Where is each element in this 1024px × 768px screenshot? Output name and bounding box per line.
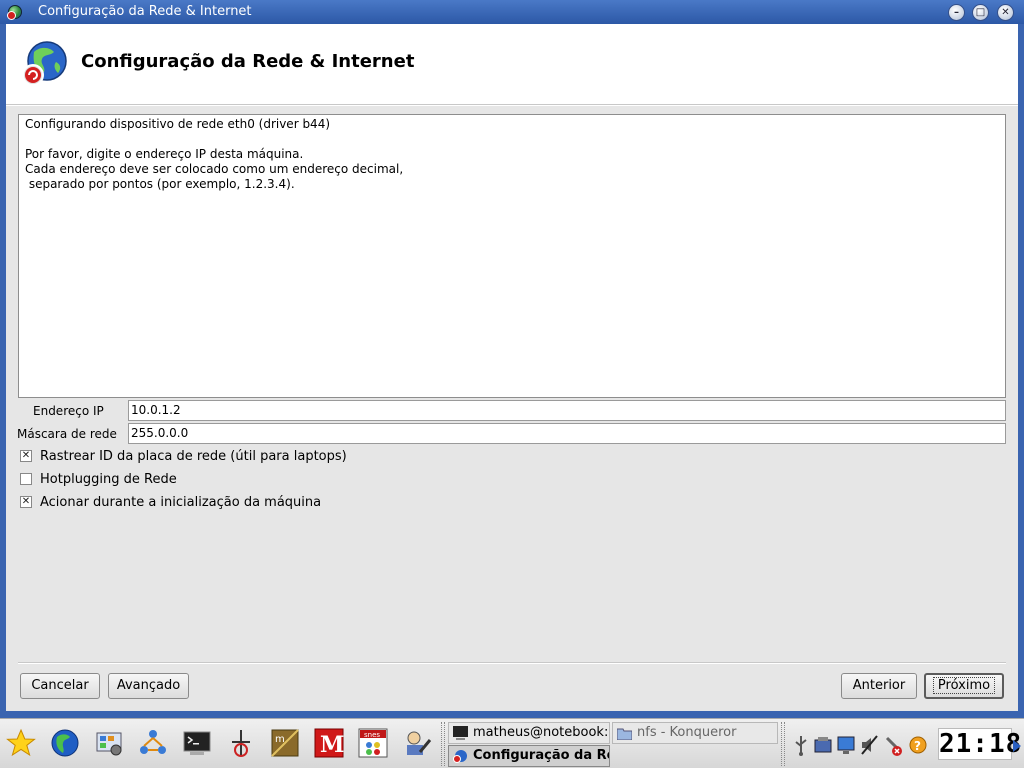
snes-label: snes bbox=[364, 731, 380, 739]
draw-icon[interactable] bbox=[226, 728, 256, 758]
network-icon[interactable] bbox=[138, 728, 168, 758]
window-frame-left bbox=[0, 24, 6, 714]
page-title: Configuração da Rede & Internet bbox=[81, 51, 415, 72]
wizard-header: Configuração da Rede & Internet bbox=[6, 24, 1018, 104]
next-button[interactable]: Próximo bbox=[924, 673, 1004, 699]
ip-address-label: Endereço IP bbox=[33, 404, 104, 418]
terminal-icon[interactable] bbox=[182, 728, 212, 758]
footer-divider bbox=[18, 662, 1006, 664]
chevron-right-icon[interactable] bbox=[1013, 740, 1021, 752]
checkbox-label: Acionar durante a inicialização da máqui… bbox=[40, 495, 322, 510]
usb-icon[interactable] bbox=[792, 734, 810, 756]
terminal-icon bbox=[453, 726, 468, 740]
close-button[interactable]: ✕ bbox=[997, 4, 1014, 21]
checkbox-label: Rastrear ID da placa de rede (útil para … bbox=[40, 449, 347, 464]
network-globe-icon bbox=[453, 750, 467, 763]
maximize-button[interactable]: □ bbox=[972, 4, 989, 21]
package-manager-icon[interactable]: m bbox=[270, 728, 300, 758]
task-label: nfs - Konqueror bbox=[637, 725, 737, 740]
device-icon[interactable] bbox=[814, 734, 832, 756]
window-frame-right bbox=[1018, 24, 1024, 714]
control-center-icon[interactable] bbox=[94, 728, 124, 758]
back-button[interactable]: Anterior bbox=[841, 673, 917, 699]
minimize-button[interactable]: – bbox=[948, 4, 965, 21]
svg-text:?: ? bbox=[914, 739, 921, 753]
window-frame-bottom bbox=[0, 711, 1024, 718]
advanced-button[interactable]: Avançado bbox=[108, 673, 189, 699]
header-divider bbox=[6, 104, 1018, 106]
svg-text:M: M bbox=[320, 732, 344, 758]
checkbox-checked[interactable]: ✕ bbox=[20, 450, 32, 462]
network-globe-icon bbox=[7, 5, 22, 20]
svg-text:m: m bbox=[275, 734, 285, 745]
task-network-config[interactable]: Configuração da Re bbox=[448, 745, 610, 767]
help-icon[interactable]: ? bbox=[909, 734, 927, 756]
network-disconnected-icon[interactable] bbox=[884, 734, 902, 756]
taskbar-separator bbox=[441, 722, 445, 766]
next-button-label: Próximo bbox=[932, 677, 996, 694]
checkbox-checked[interactable]: ✕ bbox=[20, 496, 32, 508]
task-label: matheus@notebook: bbox=[473, 725, 609, 740]
netmask-label: Máscara de rede bbox=[17, 427, 117, 441]
netmask-input[interactable]: 255.0.0.0 bbox=[128, 423, 1006, 444]
display-icon[interactable] bbox=[837, 734, 855, 756]
task-konqueror[interactable]: nfs - Konqueror bbox=[612, 722, 778, 744]
window-title: Configuração da Rede & Internet bbox=[38, 4, 252, 19]
task-terminal[interactable]: matheus@notebook: bbox=[448, 722, 610, 744]
info-text-area[interactable]: Configurando dispositivo de rede eth0 (d… bbox=[18, 114, 1006, 398]
checkbox-unchecked[interactable] bbox=[20, 473, 32, 485]
mail-icon[interactable]: M bbox=[314, 728, 344, 758]
network-globe-icon bbox=[22, 41, 67, 86]
checkbox-label: Hotplugging de Rede bbox=[40, 472, 177, 487]
window-titlebar[interactable]: Configuração da Rede & Internet – □ ✕ bbox=[0, 0, 1024, 24]
volume-muted-icon[interactable] bbox=[860, 734, 878, 756]
task-label: Configuração da Re bbox=[473, 748, 610, 763]
config-tool-icon[interactable] bbox=[402, 728, 432, 758]
star-icon[interactable] bbox=[6, 728, 36, 758]
cancel-button[interactable]: Cancelar bbox=[20, 673, 100, 699]
clock[interactable]: 21:18 bbox=[938, 728, 1021, 760]
taskbar-separator bbox=[781, 722, 785, 766]
ip-address-input[interactable]: 10.0.1.2 bbox=[128, 400, 1006, 421]
folder-icon bbox=[617, 728, 632, 740]
snes-emulator-icon[interactable]: snes bbox=[358, 728, 388, 758]
globe-icon[interactable] bbox=[50, 728, 80, 758]
